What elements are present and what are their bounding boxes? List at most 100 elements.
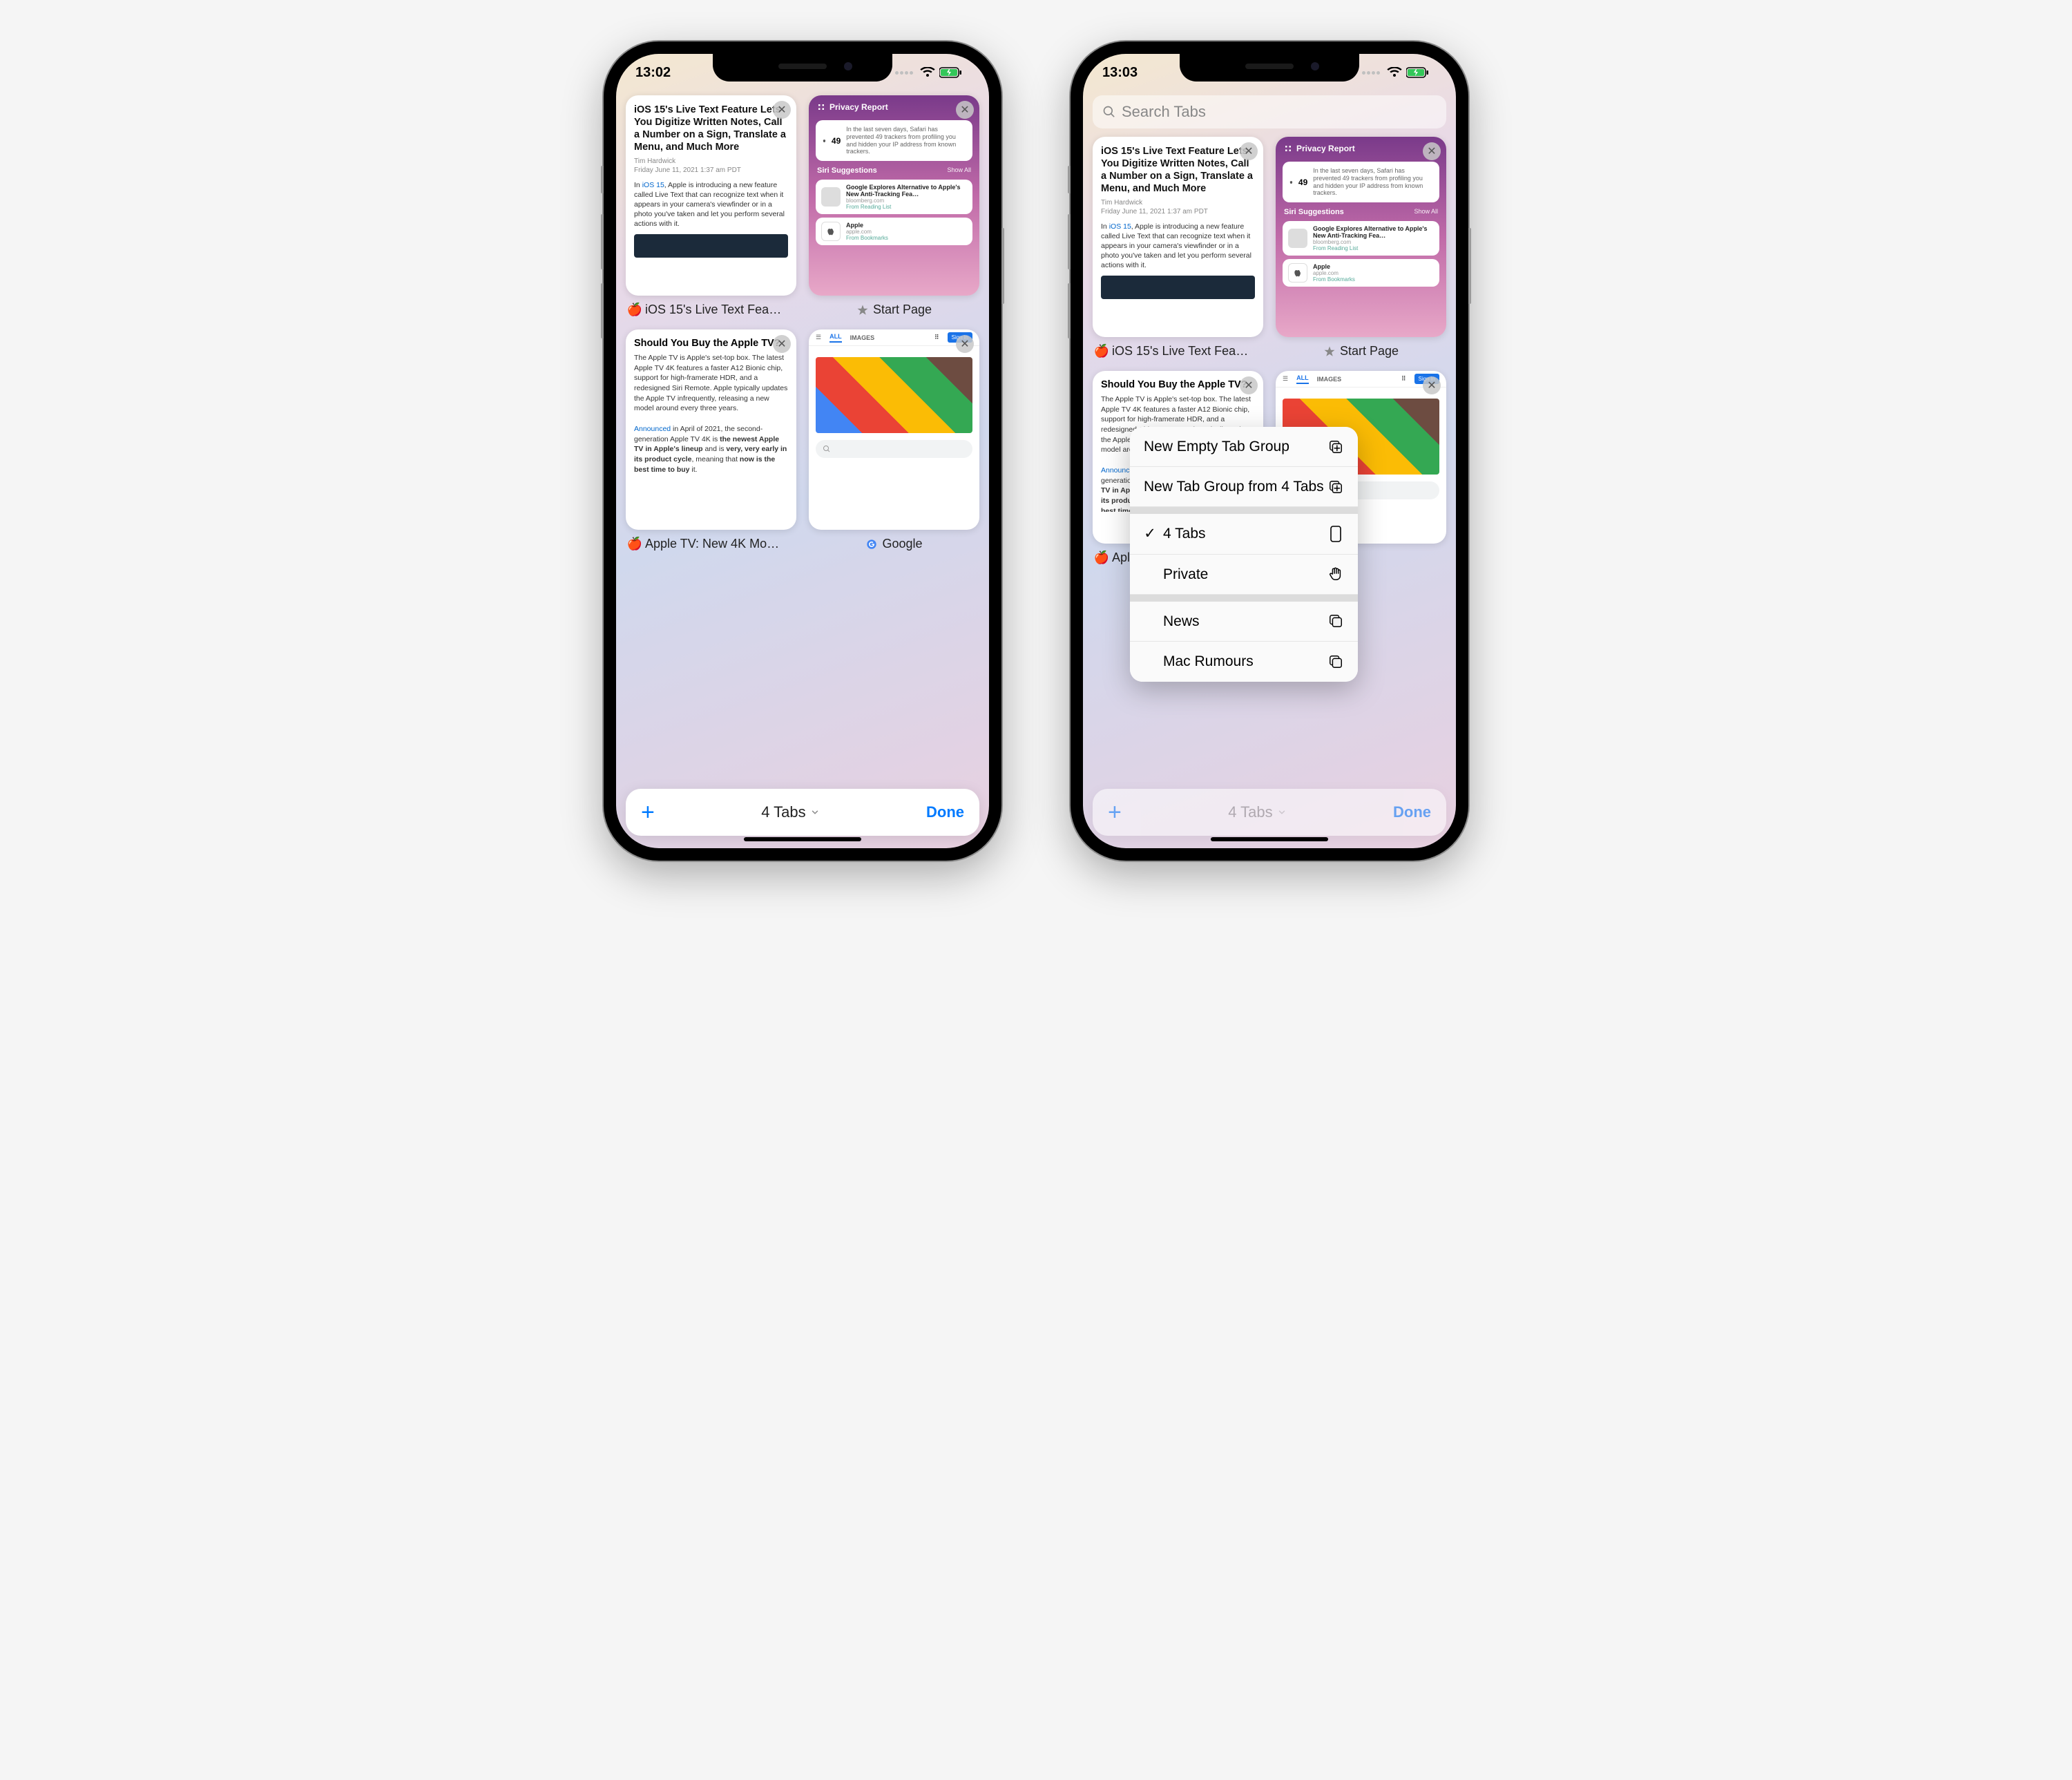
tab-thumbnail[interactable]: Privacy Report 49 In the last seven days… (1276, 137, 1446, 337)
star-favicon-icon (1323, 345, 1336, 358)
tab-thumbnail[interactable]: Should You Buy the Apple TV? The Apple T… (626, 329, 796, 530)
iphone-right: 13:03 Search Tabs iOS 15's Live Text (1071, 41, 1468, 861)
article-image (1101, 276, 1255, 299)
tab-thumbnail[interactable]: iOS 15's Live Text Feature Lets You Digi… (626, 95, 796, 296)
cell-signal-icon (895, 71, 913, 75)
battery-charging-icon (1406, 67, 1430, 78)
close-tab-button[interactable]: ✕ (1240, 142, 1258, 160)
article-byline: Tim Hardwick Friday June 11, 2021 1:37 a… (634, 157, 788, 175)
new-group-square-plus-icon (1327, 439, 1344, 455)
tab-title-row: Start Page (1276, 337, 1446, 358)
hw-volume-up (601, 214, 604, 269)
done-button[interactable]: Done (926, 803, 964, 821)
google-topbar: ☰ ALL IMAGES ⠿ Sign in (1276, 371, 1446, 387)
hw-mute-switch (1068, 166, 1071, 193)
menu-current-tabs[interactable]: ✓ 4 Tabs (1130, 514, 1358, 554)
tab-title: iOS 15's Live Text Fea… (1112, 344, 1248, 358)
tab-card[interactable]: iOS 15's Live Text Feature Lets You Digi… (1093, 137, 1263, 358)
suggestion-thumb-icon (821, 187, 841, 207)
siri-suggestions-heading: Siri Suggestions Show All (809, 165, 979, 176)
tab-group-selector[interactable]: 4 Tabs (655, 803, 926, 821)
macrumors-favicon-icon: 🍎 (1095, 345, 1108, 358)
close-tab-button[interactable]: ✕ (956, 101, 974, 119)
tab-group-stack-icon (1327, 613, 1344, 629)
status-time: 13:03 (1102, 65, 1138, 81)
new-tab-button[interactable]: + (1108, 799, 1122, 826)
done-button[interactable]: Done (1393, 803, 1431, 821)
suggestion-card: Apple apple.com From Bookmarks (816, 218, 972, 245)
chevron-down-icon (1277, 807, 1287, 817)
article-title: iOS 15's Live Text Feature Lets You Digi… (1101, 145, 1255, 195)
google-tab-all: ALL (1296, 374, 1309, 384)
tab-title-row: Google (809, 530, 979, 551)
screen-right: 13:03 Search Tabs iOS 15's Live Text (1083, 54, 1456, 848)
tab-thumbnail[interactable]: iOS 15's Live Text Feature Lets You Digi… (1093, 137, 1263, 337)
status-right-cluster (895, 67, 963, 78)
menu-group-news[interactable]: News (1130, 602, 1358, 642)
tab-card[interactable]: Privacy Report 49 In the last seven days… (809, 95, 979, 317)
privacy-report-heading: Privacy Report (809, 95, 979, 116)
suggestion-thumb-icon (821, 222, 841, 241)
article-title: Should You Buy the Apple TV? (1101, 379, 1255, 390)
suggestion-card: Google Explores Alternative to Apple's N… (816, 180, 972, 214)
search-icon (1102, 105, 1116, 119)
privacy-report-heading: Privacy Report (1276, 137, 1446, 157)
suggestion-thumb-icon (1288, 229, 1307, 248)
tab-title-row: 🍎 Apple TV: New 4K Mo… (626, 530, 796, 551)
search-placeholder: Search Tabs (1122, 103, 1206, 121)
menu-new-empty-tab-group[interactable]: New Empty Tab Group (1130, 427, 1358, 467)
notch (1180, 54, 1359, 82)
close-tab-button[interactable]: ✕ (1423, 376, 1441, 394)
new-tab-button[interactable]: + (641, 799, 655, 826)
macrumors-favicon-icon: 🍎 (1095, 552, 1108, 564)
iphone-left: 13:02 iOS 15's Live Text Feature Lets Yo… (604, 41, 1001, 861)
hand-privacy-icon (1327, 566, 1344, 582)
close-tab-button[interactable]: ✕ (773, 335, 791, 353)
close-tab-button[interactable]: ✕ (773, 101, 791, 119)
tab-card[interactable]: ☰ ALL IMAGES ⠿ Sign in ✕ (809, 329, 979, 551)
suggestion-card: Apple apple.com From Bookmarks (1283, 259, 1439, 287)
search-tabs-input[interactable]: Search Tabs (1093, 95, 1446, 128)
hamburger-icon: ☰ (1283, 375, 1288, 383)
tab-thumbnail[interactable]: ☰ ALL IMAGES ⠿ Sign in ✕ (809, 329, 979, 530)
close-tab-button[interactable]: ✕ (1423, 142, 1441, 160)
home-indicator[interactable] (1211, 837, 1328, 841)
menu-private[interactable]: Private (1130, 555, 1358, 595)
tab-card[interactable]: Should You Buy the Apple TV? The Apple T… (626, 329, 796, 551)
tabs-overview: iOS 15's Live Text Feature Lets You Digi… (616, 91, 989, 772)
article-title: Should You Buy the Apple TV? (634, 338, 788, 349)
tab-title-row: 🍎 iOS 15's Live Text Fea… (1093, 337, 1263, 358)
tab-card[interactable]: Privacy Report 49 In the last seven days… (1276, 137, 1446, 358)
tab-grid: iOS 15's Live Text Feature Lets You Digi… (626, 95, 979, 551)
cell-signal-icon (1362, 71, 1380, 75)
hw-side-button (1468, 228, 1471, 304)
privacy-report-card: 49 In the last seven days, Safari has pr… (816, 120, 972, 161)
menu-group-mac-rumours[interactable]: Mac Rumours (1130, 642, 1358, 682)
tabs-overview: Search Tabs iOS 15's Live Text Feature L… (1083, 91, 1456, 772)
hw-volume-down (1068, 283, 1071, 338)
google-topbar: ☰ ALL IMAGES ⠿ Sign in (809, 329, 979, 346)
home-indicator[interactable] (744, 837, 861, 841)
tab-thumbnail[interactable]: Privacy Report 49 In the last seven days… (809, 95, 979, 296)
article-image (634, 234, 788, 258)
menu-new-tab-group-from-tabs[interactable]: New Tab Group from 4 Tabs (1130, 467, 1358, 507)
hw-side-button (1001, 228, 1004, 304)
hw-volume-down (601, 283, 604, 338)
menu-divider (1130, 507, 1358, 514)
bottom-toolbar: + 4 Tabs Done (1093, 789, 1446, 836)
article-body: In iOS 15, Apple is introducing a new fe… (634, 180, 788, 229)
wifi-icon (1387, 67, 1402, 78)
tab-group-selector[interactable]: 4 Tabs (1122, 803, 1393, 821)
hw-volume-up (1068, 214, 1071, 269)
tab-title: Apple TV: New 4K Mo… (645, 537, 779, 551)
tab-group-stack-icon (1327, 653, 1344, 670)
macrumors-favicon-icon: 🍎 (629, 304, 641, 316)
tab-card[interactable]: iOS 15's Live Text Feature Lets You Digi… (626, 95, 796, 317)
suggestion-thumb-icon (1288, 263, 1307, 283)
new-group-square-plus-icon (1327, 479, 1344, 495)
close-tab-button[interactable]: ✕ (956, 335, 974, 353)
status-time: 13:02 (635, 65, 671, 81)
close-tab-button[interactable]: ✕ (1240, 376, 1258, 394)
apps-grid-icon: ⠿ (934, 334, 939, 341)
google-doodle-image (816, 357, 972, 433)
